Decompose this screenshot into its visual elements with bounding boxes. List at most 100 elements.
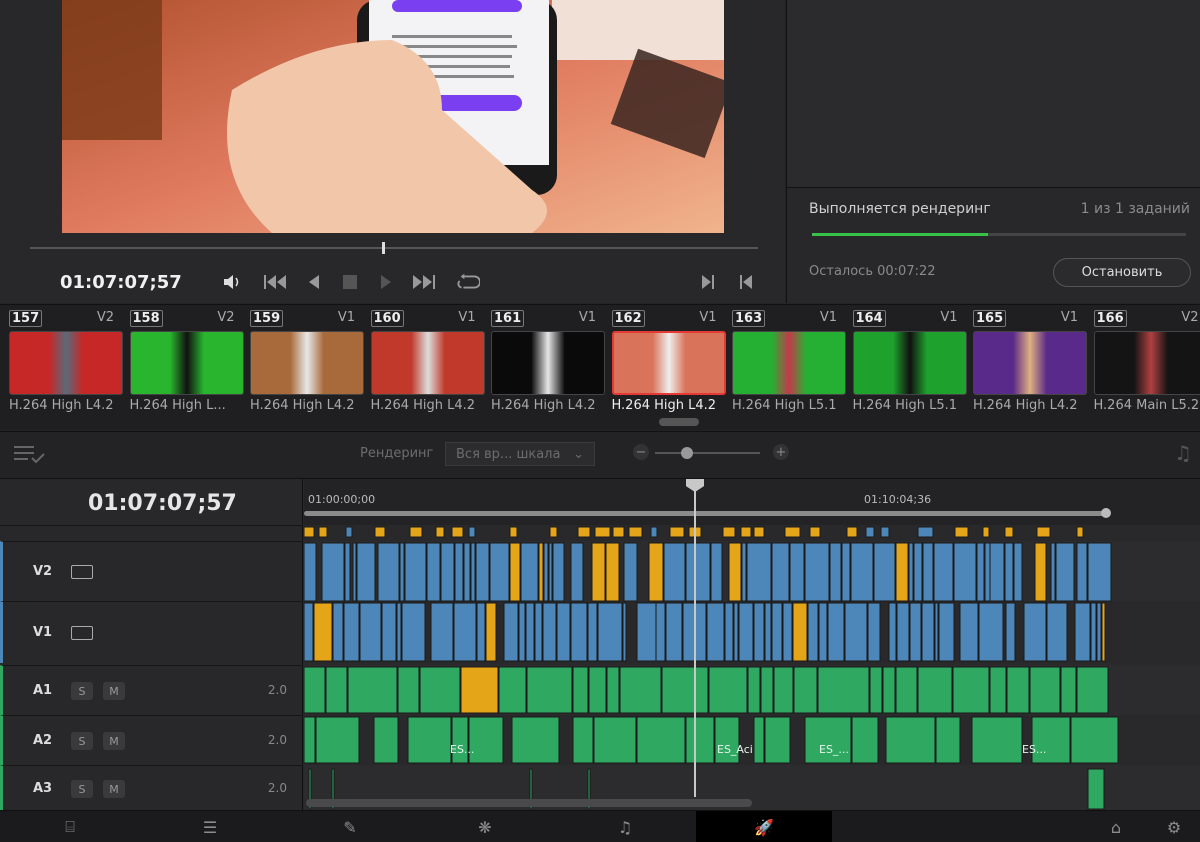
- video-clip[interactable]: [476, 602, 486, 662]
- fairlight-page-icon[interactable]: ♫: [590, 811, 660, 842]
- timeline-marker[interactable]: [846, 526, 858, 538]
- volume-icon[interactable]: [220, 270, 244, 294]
- skip-back-icon[interactable]: [263, 270, 287, 294]
- video-clip[interactable]: [818, 602, 828, 662]
- video-clip[interactable]: [538, 542, 544, 602]
- audio-clip[interactable]: [851, 716, 879, 764]
- audio-clip[interactable]: [804, 716, 852, 764]
- timeline-marker[interactable]: [1076, 526, 1084, 538]
- video-clip[interactable]: [976, 542, 985, 602]
- video-clip[interactable]: [829, 542, 842, 602]
- video-clip[interactable]: [587, 602, 598, 662]
- clip-thumbnail[interactable]: 166 V2 H.264 Main L5.2: [1085, 305, 1200, 431]
- video-clip[interactable]: [1004, 542, 1014, 602]
- video-clip[interactable]: [978, 602, 1004, 662]
- video-clip[interactable]: [663, 542, 686, 602]
- video-clip[interactable]: [509, 542, 521, 602]
- video-clip[interactable]: [570, 602, 588, 662]
- video-clip[interactable]: [1034, 542, 1047, 602]
- video-clip[interactable]: [377, 542, 400, 602]
- audio-clip[interactable]: [753, 716, 765, 764]
- video-clip[interactable]: [792, 602, 808, 662]
- audio-clip[interactable]: [708, 666, 748, 714]
- video-clip[interactable]: [710, 542, 723, 602]
- audio-clip[interactable]: [764, 716, 791, 764]
- solo-button[interactable]: S: [71, 780, 93, 798]
- video-clip[interactable]: [352, 542, 357, 602]
- video-clip[interactable]: [489, 542, 510, 602]
- loop-icon[interactable]: [456, 270, 480, 294]
- audio-clip[interactable]: [1060, 666, 1077, 714]
- audio-clip[interactable]: [1076, 666, 1109, 714]
- clip-thumbnail[interactable]: 160 V1 H.264 High L4.2: [362, 305, 485, 431]
- video-clip[interactable]: [543, 542, 549, 602]
- clip-thumbnail[interactable]: 165 V1 H.264 High L4.2: [964, 305, 1087, 431]
- video-clip[interactable]: [343, 602, 360, 662]
- audio-clip[interactable]: [952, 666, 990, 714]
- audio-clip[interactable]: [304, 666, 326, 714]
- audio-clip[interactable]: [572, 666, 589, 714]
- timeline-marker[interactable]: [318, 526, 328, 538]
- video-clip[interactable]: [1096, 602, 1102, 662]
- video-clip[interactable]: [733, 602, 739, 662]
- track-header-a2[interactable]: A2 S M 2.0: [0, 715, 303, 765]
- track-header-v2[interactable]: V2: [0, 541, 303, 601]
- audio-clip[interactable]: [971, 716, 1023, 764]
- audio-clip[interactable]: [325, 666, 348, 714]
- timeline-marker[interactable]: [1036, 526, 1051, 538]
- audio-clip[interactable]: [619, 666, 662, 714]
- timeline-marker[interactable]: [1004, 526, 1014, 538]
- solo-button[interactable]: S: [71, 732, 93, 750]
- video-clip[interactable]: [984, 542, 991, 602]
- video-clip[interactable]: [542, 602, 557, 662]
- audio-clip[interactable]: [315, 716, 360, 764]
- video-clip[interactable]: [706, 602, 725, 662]
- video-clip[interactable]: [989, 542, 1005, 602]
- first-frame-icon[interactable]: [696, 270, 720, 294]
- video-clip[interactable]: [597, 602, 623, 662]
- video-clip[interactable]: [622, 602, 627, 662]
- step-back-icon[interactable]: [302, 270, 326, 294]
- mute-button[interactable]: M: [103, 780, 125, 798]
- video-clip[interactable]: [850, 542, 874, 602]
- video-clip[interactable]: [648, 542, 664, 602]
- audio-clip[interactable]: [526, 666, 573, 714]
- video-clip[interactable]: [959, 602, 979, 662]
- video-clip[interactable]: [440, 542, 455, 602]
- video-clip[interactable]: [304, 602, 314, 662]
- audio-clip[interactable]: [773, 666, 794, 714]
- audio-clip[interactable]: [304, 716, 316, 764]
- video-clip[interactable]: [895, 542, 909, 602]
- audio-clip[interactable]: [397, 666, 420, 714]
- audio-clip[interactable]: [747, 666, 761, 714]
- video-clip[interactable]: [753, 602, 765, 662]
- audio-clip[interactable]: [636, 716, 686, 764]
- video-clip[interactable]: [332, 602, 344, 662]
- video-clip[interactable]: [636, 602, 657, 662]
- film-strip-icon[interactable]: [71, 565, 93, 579]
- track-header-v1[interactable]: V1: [0, 601, 303, 663]
- video-clip[interactable]: [844, 602, 868, 662]
- audio-clip[interactable]: [460, 666, 499, 714]
- video-clip[interactable]: [520, 542, 539, 602]
- video-clip[interactable]: [728, 542, 742, 602]
- viewer-scrub-bar[interactable]: [30, 247, 758, 249]
- video-clip[interactable]: [934, 602, 939, 662]
- solo-button[interactable]: S: [71, 682, 93, 700]
- play-icon[interactable]: [374, 270, 398, 294]
- timeline-marker[interactable]: [669, 526, 685, 538]
- video-clip[interactable]: [534, 602, 543, 662]
- timeline-marker[interactable]: [880, 526, 890, 538]
- video-clip[interactable]: [321, 542, 345, 602]
- clip-thumbnail[interactable]: 159 V1 H.264 High L4.2: [241, 305, 364, 431]
- zoom-in-icon[interactable]: +: [773, 444, 789, 460]
- video-clip[interactable]: [738, 602, 754, 662]
- video-clip[interactable]: [404, 542, 427, 602]
- stop-render-button[interactable]: Остановить: [1053, 258, 1191, 287]
- film-strip-icon[interactable]: [71, 626, 93, 640]
- timeline-marker[interactable]: [809, 526, 821, 538]
- timeline-marker[interactable]: [345, 526, 353, 538]
- timeline-range-bar[interactable]: [304, 511, 1106, 516]
- video-clip[interactable]: [827, 602, 845, 662]
- timeline-tracks[interactable]: ES... ES_Aci ES_... ES...: [304, 525, 1200, 811]
